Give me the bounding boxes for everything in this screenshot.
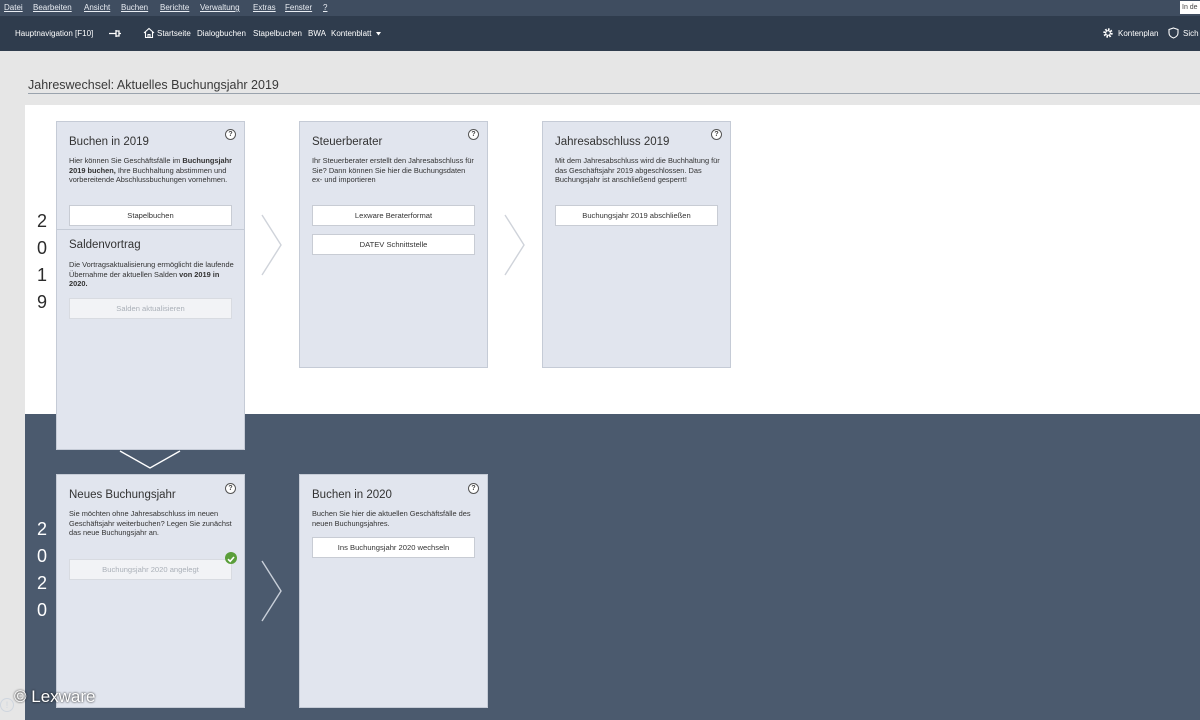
- menu-bearbeiten[interactable]: Bearbeiten: [33, 0, 72, 16]
- card-description: Sie möchten ohne Jahresabschluss im neue…: [69, 509, 232, 538]
- menu-ansicht[interactable]: Ansicht: [84, 0, 110, 16]
- menu-buchen[interactable]: Buchen: [121, 0, 148, 16]
- info-icon[interactable]: !: [0, 698, 14, 712]
- card-title: Buchen in 2020: [312, 489, 392, 501]
- year-digit: 0: [36, 238, 47, 258]
- card-title: Neues Buchungsjahr: [69, 489, 176, 501]
- datev-schnittstelle-button[interactable]: DATEV Schnittstelle: [312, 234, 475, 255]
- jahr-abschliessen-button[interactable]: Buchungsjahr 2019 abschließen: [555, 205, 718, 226]
- chevron-down-icon: [119, 450, 181, 469]
- caret-down-icon: [376, 32, 381, 36]
- shield-icon[interactable]: [1168, 27, 1179, 39]
- dialogbuchen-link[interactable]: Dialogbuchen: [197, 16, 246, 51]
- help-icon[interactable]: ?: [225, 129, 236, 140]
- card-description: Hier können Sie Geschäftsfälle im Buchun…: [69, 156, 239, 185]
- bwa-link[interactable]: BWA: [308, 16, 326, 51]
- menu-verwaltung[interactable]: Verwaltung: [200, 0, 240, 16]
- checkmark-icon: [225, 552, 237, 564]
- menu-datei[interactable]: Datei: [4, 0, 23, 16]
- menu-help[interactable]: ?: [323, 0, 327, 16]
- card-neues-buchungsjahr: Neues Buchungsjahr ? Sie möchten ohne Ja…: [56, 474, 245, 708]
- stapelbuchen-button[interactable]: Stapelbuchen: [69, 205, 232, 226]
- home-icon[interactable]: [143, 27, 155, 39]
- card-title: Jahresabschluss 2019: [555, 136, 670, 148]
- toolbar: Hauptnavigation [F10] Startseite Dialogb…: [0, 16, 1200, 51]
- page-title: Jahreswechsel: Aktuelles Buchungsjahr 20…: [28, 78, 279, 92]
- help-icon[interactable]: ?: [225, 483, 236, 494]
- chevron-right-icon: [504, 214, 525, 276]
- sicherung-link[interactable]: Sich: [1183, 16, 1199, 51]
- stapelbuchen-link[interactable]: Stapelbuchen: [253, 16, 302, 51]
- startseite-link[interactable]: Startseite: [157, 16, 191, 51]
- card-text-part: Hier können Sie Geschäftsfälle im: [69, 156, 183, 165]
- help-icon[interactable]: ?: [468, 129, 479, 140]
- menu-extras[interactable]: Extras: [253, 0, 276, 16]
- chevron-right-icon: [261, 560, 282, 622]
- card-title: Saldenvortrag: [69, 239, 141, 251]
- pin-icon[interactable]: [108, 29, 122, 38]
- year-digit: 2: [36, 211, 47, 231]
- year-digit: 0: [36, 600, 47, 620]
- card-steuerberater: Steuerberater ? Ihr Steuerberater erstel…: [299, 121, 488, 368]
- kontenplan-link[interactable]: Kontenplan: [1118, 16, 1158, 51]
- card-title: Buchen in 2019: [69, 136, 149, 148]
- lexware-beraterformat-button[interactable]: Lexware Beraterformat: [312, 205, 475, 226]
- gear-icon[interactable]: [1102, 27, 1114, 39]
- year-digit: 9: [36, 292, 47, 312]
- buchungsjahr-angelegt-button[interactable]: Buchungsjahr 2020 angelegt: [69, 559, 232, 580]
- menu-fenster[interactable]: Fenster: [285, 0, 312, 16]
- card-description: Ihr Steuerberater erstellt den Jahresabs…: [312, 156, 474, 185]
- copyright-credit: © Lexware: [14, 687, 96, 706]
- salden-aktualisieren-button[interactable]: Salden aktualisieren: [69, 298, 232, 319]
- left-strip: [0, 105, 25, 720]
- menu-berichte[interactable]: Berichte: [160, 0, 189, 16]
- kontenblatt-dropdown[interactable]: Kontenblatt: [331, 16, 371, 51]
- main-navigation-button[interactable]: Hauptnavigation [F10]: [15, 16, 93, 51]
- card-description: Die Vortragsaktualisierung ermöglicht di…: [69, 260, 239, 289]
- help-icon[interactable]: ?: [468, 483, 479, 494]
- search-input[interactable]: In de: [1180, 1, 1200, 14]
- title-divider: [28, 93, 1200, 94]
- buchungsjahr-wechseln-button[interactable]: Ins Buchungsjahr 2020 wechseln: [312, 537, 475, 558]
- year-digit: 2: [36, 519, 47, 539]
- year-label-2019: 2 0 1 9: [34, 208, 50, 316]
- chevron-right-icon: [261, 214, 282, 276]
- year-digit: 2: [36, 573, 47, 593]
- menu-bar: Datei Bearbeiten Ansicht Buchen Berichte…: [0, 0, 1200, 16]
- year-digit: 1: [36, 265, 47, 285]
- card-description: Buchen Sie hier die aktuellen Geschäftsf…: [312, 509, 471, 528]
- card-title: Steuerberater: [312, 136, 383, 148]
- card-buchen-2020: Buchen in 2020 ? Buchen Sie hier die akt…: [299, 474, 488, 708]
- help-icon[interactable]: ?: [711, 129, 722, 140]
- card-description: Mit dem Jahresabschluss wird die Buchhal…: [555, 156, 720, 185]
- year-digit: 0: [36, 546, 47, 566]
- card-buchen-2019: Buchen in 2019 ? Hier können Sie Geschäf…: [56, 121, 245, 450]
- card-divider: [57, 229, 244, 230]
- year-label-2020: 2 0 2 0: [34, 516, 50, 624]
- card-jahresabschluss-2019: Jahresabschluss 2019 ? Mit dem Jahresabs…: [542, 121, 731, 368]
- title-area: Jahreswechsel: Aktuelles Buchungsjahr 20…: [0, 51, 1200, 105]
